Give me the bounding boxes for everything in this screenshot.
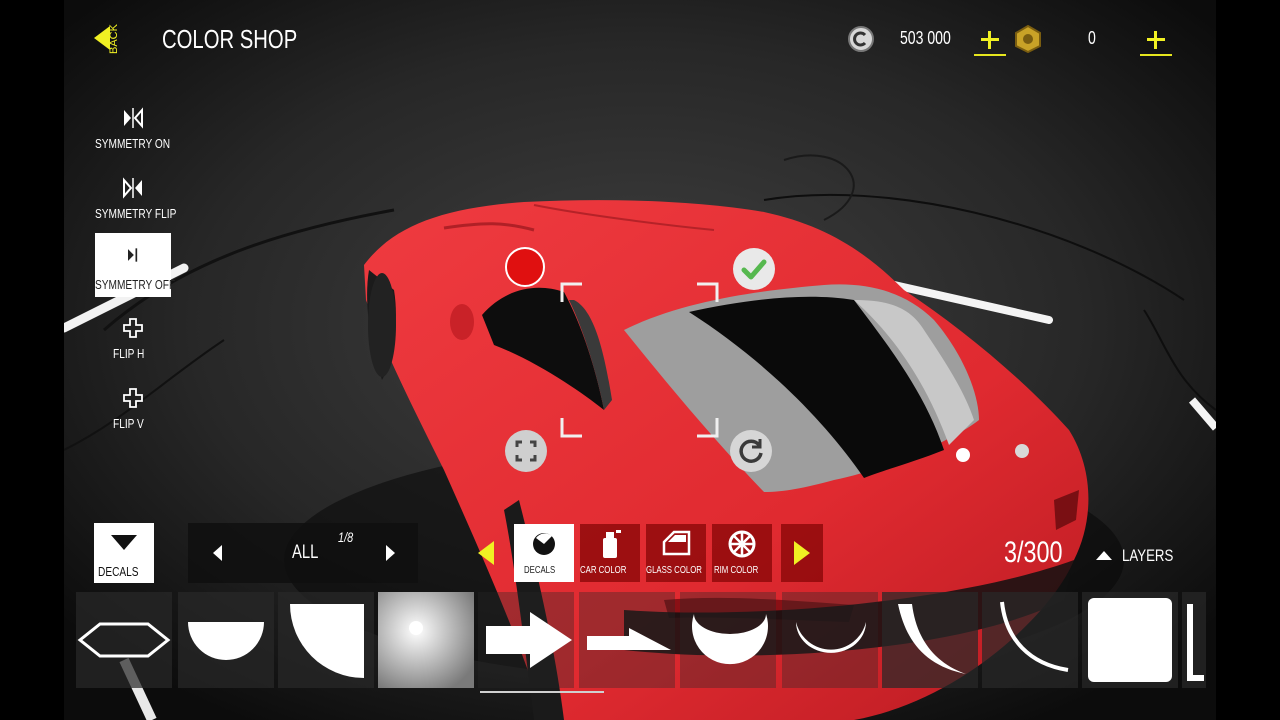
page-indicator: 1/8 [338,529,354,545]
delete-decal-button[interactable] [505,247,545,287]
coin-amount: 503 000 [900,28,951,48]
flip-v-label: FLIP V [113,416,145,431]
confirm-decal-button[interactable] [733,248,775,290]
decal-shape-item[interactable] [76,592,172,688]
category-filter[interactable]: ALL [292,542,326,564]
spray-can-icon [603,530,621,558]
category-pager: ALL 1/8 [188,523,418,583]
rotate-icon [739,439,763,463]
tabs-prev-button[interactable] [474,538,498,568]
decal-shape-item[interactable] [680,592,776,688]
tab-decals-label: DECALS [523,565,556,576]
decal-shape-item[interactable] [378,592,474,688]
decal-shape-list [76,592,1206,688]
flip-v-button[interactable]: FLIP V [95,378,171,442]
add-gold-button[interactable] [1140,26,1172,56]
back-label: BACK [108,24,120,54]
scale-decal-button[interactable] [505,430,547,472]
flip-v-icon [123,388,143,408]
tab-rim-color-label: RIM COLOR [713,565,758,576]
symmetry-on-label: SYMMETRY ON [95,136,171,151]
next-page-button[interactable] [376,538,406,568]
quarter-circle-icon [290,604,364,678]
crescent-curve-icon [898,604,966,674]
tab-car-color[interactable]: CAR COLOR [580,524,640,582]
expand-icon [515,440,537,462]
tab-car-color-label: CAR COLOR [580,565,627,576]
decals-toggle-label: DECALS [97,564,139,579]
symmetry-flip-label: SYMMETRY FLIP [95,206,177,221]
car-door-icon [662,530,691,556]
decal-shape-item[interactable] [478,592,574,688]
hexagon-outline-icon [77,622,171,658]
rim-icon [728,530,756,558]
layers-button[interactable]: LAYERS [1094,546,1188,566]
decal-shape-item[interactable] [1082,592,1178,688]
triangle-up-icon [1096,551,1112,560]
coin-icon [848,26,874,52]
page-title: COLOR SHOP [162,24,298,54]
decal-shape-item[interactable] [882,592,978,688]
half-circle-icon [188,622,264,660]
symmetry-on-icon [124,107,143,129]
gold-amount: 0 [1088,28,1096,48]
decal-shape-item[interactable] [278,592,374,688]
tab-glass-color[interactable]: GLASS COLOR [646,524,706,582]
gold-icon [1014,24,1042,54]
decal-shape-item[interactable] [782,592,878,688]
chevron-right-icon [386,545,395,561]
partial-frame-icon [1187,604,1204,681]
flip-h-button[interactable]: FLIP H [95,308,171,372]
flip-h-label: FLIP H [112,346,145,361]
crescent-icon [692,614,768,665]
tabs-next-arrow-icon [794,541,810,565]
decal-list-scrollbar[interactable] [480,691,604,693]
triangle-down-icon [111,535,137,550]
chevron-left-icon [213,545,222,561]
arc-curve-icon [1000,601,1069,672]
symmetry-off-label: SYMMETRY OFF [95,277,176,292]
radial-gradient-icon [378,592,474,688]
checkmark-icon [741,259,767,280]
prev-page-button[interactable] [202,538,232,568]
layer-count: 3/300 [1004,536,1063,569]
flip-h-icon [123,318,143,338]
tabs-prev-arrow-icon [478,541,494,565]
add-coins-button[interactable] [974,26,1006,56]
tab-decals[interactable]: DECALS [514,524,574,582]
tab-glass-color-label: GLASS COLOR [646,565,702,576]
symmetry-flip-button[interactable]: SYMMETRY FLIP [95,168,176,232]
thin-arrow-icon [587,628,671,650]
decals-toggle-button[interactable]: DECALS [94,523,154,583]
symmetry-on-button[interactable]: SYMMETRY ON [95,98,171,162]
decal-icon [533,533,555,555]
square-icon [1088,598,1172,682]
decal-shape-item[interactable] [579,592,675,688]
decal-shape-item[interactable] [178,592,274,688]
tabs-next-button[interactable] [781,524,823,582]
decal-shape-item[interactable] [982,592,1078,688]
symmetry-off-button[interactable]: SYMMETRY OFF [95,233,175,297]
rotate-decal-button[interactable] [730,430,772,472]
arc-thin-icon [796,622,866,653]
back-button[interactable]: BACK [92,24,132,54]
decal-shape-item[interactable] [1182,592,1206,688]
symmetry-flip-icon [123,177,142,199]
layers-label: LAYERS [1122,546,1174,565]
arrow-icon [486,612,572,668]
tab-rim-color[interactable]: RIM COLOR [712,524,772,582]
symmetry-off-icon [128,248,138,262]
